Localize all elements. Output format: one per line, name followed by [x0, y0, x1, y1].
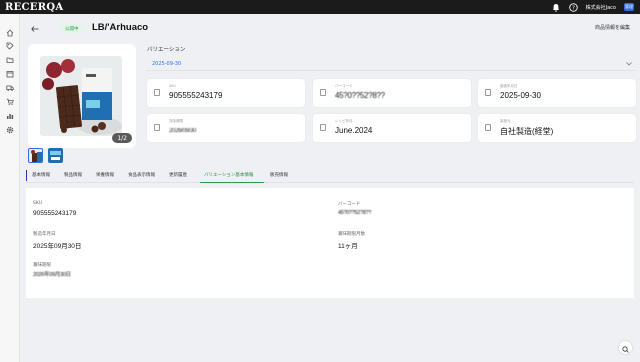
document-icon [485, 89, 491, 96]
manufacture-date-label: 製造年月日 [33, 232, 56, 237]
box-icon[interactable] [5, 69, 15, 79]
company-name[interactable]: 株式会社Jaco [586, 4, 616, 11]
zoom-search-button[interactable] [619, 341, 632, 354]
expiry-card: 賞味期限 2026/09/30 [147, 114, 305, 142]
variation-date-select[interactable]: 2025-09-30 [146, 58, 636, 71]
tab-bar: 基本情報 製品情報 栄養情報 食品表示情報 更新履歴 バリエーション基本情報 販… [26, 169, 634, 183]
barcode-label: バーコード [338, 202, 361, 207]
card-value: June.2024 [335, 126, 373, 135]
variation-date-value: 2025-09-30 [152, 61, 182, 67]
shelf-life-months-label: 賞味期限月数 [338, 232, 365, 237]
sku-value: 905555243179 [33, 210, 77, 217]
help-icon[interactable]: ? [568, 2, 578, 12]
variation-detail-panel: SKU 905555243179 バーコード 45?0??52?8?? 製造年月… [26, 188, 634, 298]
manufacture-date-value: 2025年09月30日 [33, 243, 82, 250]
home-icon[interactable] [5, 28, 15, 38]
thumbnail-2[interactable] [48, 148, 63, 163]
top-bar: RECERQA ? 株式会社Jaco 管理 [0, 0, 640, 14]
tab-nutrition[interactable]: 栄養情報 [96, 172, 114, 178]
expiry-value: 2026年09月30日 [33, 272, 71, 278]
tab-basic-info[interactable]: 基本情報 [32, 172, 50, 178]
product-image[interactable] [40, 56, 122, 136]
gear-icon[interactable] [5, 125, 15, 135]
sku-card: SKU 905555243179 [147, 79, 305, 107]
document-icon [154, 124, 160, 131]
card-value: 自社製造(経堂) [500, 127, 554, 136]
document-icon [154, 89, 160, 96]
card-value: 2025-09-30 [500, 91, 541, 100]
tab-variation-basic[interactable]: バリエーション基本情報 [204, 172, 253, 178]
document-icon [485, 124, 491, 131]
page-title: LB/'Arhuaco [92, 22, 149, 33]
status-badge: 公開中 [60, 24, 84, 33]
recipe-month-card: レシピ年月 June.2024 [313, 114, 471, 142]
product-gallery-card: 1/2 [28, 44, 136, 148]
barcode-value: 45?0??52?8?? [338, 210, 372, 216]
svg-text:?: ? [572, 5, 575, 11]
app-logo[interactable]: RECERQA [0, 2, 63, 13]
tab-product-info[interactable]: 製品情報 [64, 172, 82, 178]
card-value: 905555243179 [169, 91, 223, 100]
sku-label: SKU [33, 201, 42, 206]
edit-product-button[interactable]: 商品情報を編集 [595, 24, 630, 31]
truck-icon[interactable] [5, 83, 15, 93]
manufacture-date-card: 製造年月日 2025-09-30 [478, 79, 636, 107]
barcode-card: バーコード 45?0??52?8?? [313, 79, 471, 107]
tag-icon[interactable] [5, 41, 15, 51]
document-icon [320, 89, 326, 96]
card-label: 製造年月日 [500, 84, 518, 88]
card-label: 製造元 [500, 119, 511, 123]
card-value: 45?0??52?8?? [335, 91, 385, 100]
tab-sales-info[interactable]: 販売情報 [270, 172, 288, 178]
card-label: バーコード [335, 84, 353, 88]
image-counter: 1/2 [112, 133, 132, 143]
expiry-label: 賞味期限 [33, 263, 51, 268]
cart-icon[interactable] [5, 97, 15, 107]
back-arrow-icon[interactable] [30, 24, 40, 34]
bell-icon[interactable] [552, 3, 561, 12]
thumbnail-1[interactable] [28, 148, 43, 163]
card-value: 2026/09/30 [169, 128, 197, 134]
shelf-life-months-value: 11ヶ月 [338, 243, 358, 250]
document-icon [320, 124, 326, 131]
variation-heading: バリエーション [147, 47, 186, 53]
card-label: レシピ年月 [335, 119, 353, 123]
sidebar [0, 14, 20, 362]
chart-icon[interactable] [5, 111, 15, 121]
search-icon [622, 338, 629, 357]
card-label: 賞味期限 [169, 119, 183, 123]
manufacturer-card: 製造元 自社製造(経堂) [478, 114, 636, 142]
tab-history[interactable]: 更新履歴 [169, 172, 187, 178]
top-bar-actions: ? 株式会社Jaco 管理 [552, 0, 634, 14]
folder-icon[interactable] [5, 55, 15, 65]
tab-food-labeling[interactable]: 食品表示情報 [128, 172, 155, 178]
active-tab-indicator [200, 182, 264, 183]
avatar[interactable]: 管理 [624, 3, 634, 11]
main-content: 公開中 LB/'Arhuaco 商品情報を編集 1/2 バリエーション 2025… [20, 14, 640, 362]
chevron-down-icon [626, 61, 632, 68]
card-label: SKU [169, 84, 176, 88]
